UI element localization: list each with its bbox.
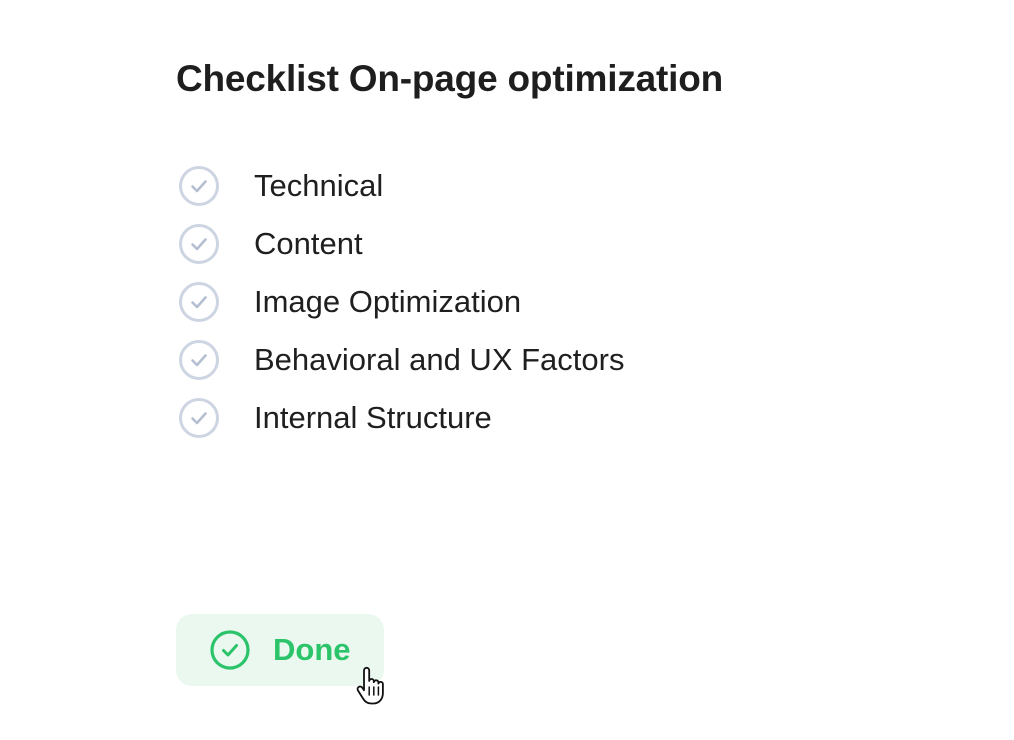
done-button[interactable]: Done xyxy=(176,614,384,686)
done-button-label: Done xyxy=(273,632,351,667)
check-circle-icon xyxy=(176,279,222,325)
check-circle-icon xyxy=(176,221,222,267)
checklist: Technical Content Image Optimization Beh… xyxy=(176,142,624,462)
checklist-page: Checklist On-page optimization Technical… xyxy=(0,0,1014,740)
hand-pointer-icon xyxy=(354,666,390,706)
check-circle-icon xyxy=(209,629,251,671)
checklist-item-label: Behavioral and UX Factors xyxy=(254,342,625,377)
checklist-item-label: Content xyxy=(254,226,363,261)
checklist-item-label: Image Optimization xyxy=(254,284,522,319)
check-circle-icon xyxy=(176,163,222,209)
checklist-item-internal-structure[interactable]: Internal Structure xyxy=(176,374,624,462)
page-title: Checklist On-page optimization xyxy=(176,58,723,99)
checklist-item-label: Technical xyxy=(254,168,384,203)
checklist-item-label: Internal Structure xyxy=(254,400,492,435)
check-circle-icon xyxy=(176,337,222,383)
check-circle-icon xyxy=(176,395,222,441)
